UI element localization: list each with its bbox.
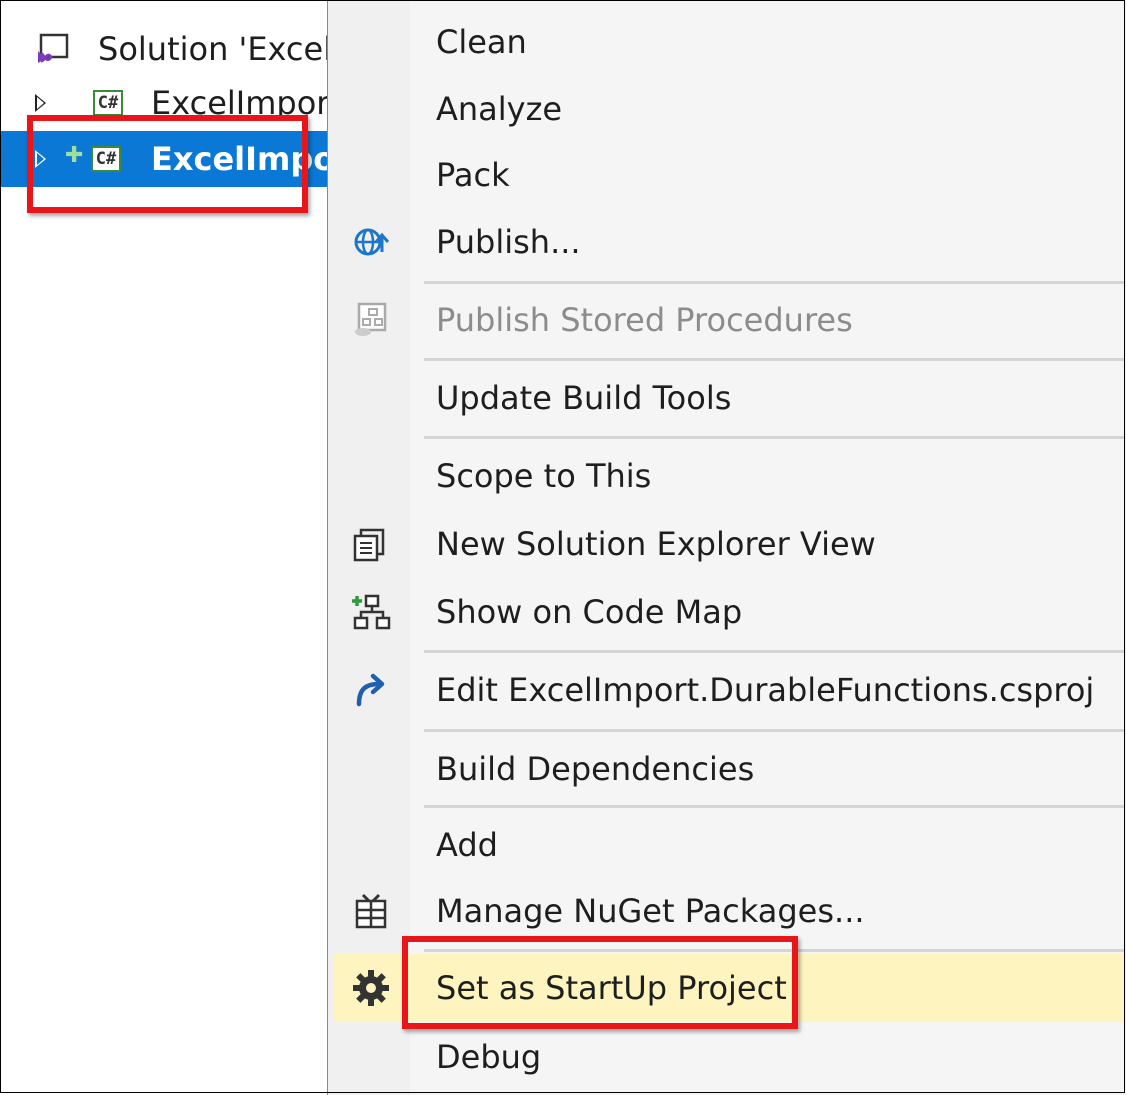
menu-separator: [424, 805, 1124, 808]
solution-icon: [38, 33, 69, 63]
menu-item-label: Clean: [436, 23, 527, 61]
csharp-project-icon: C#: [93, 90, 123, 116]
menu-item-label: Publish...: [436, 223, 581, 261]
menu-item-new-solution-explorer-view[interactable]: New Solution Explorer View: [328, 512, 1126, 576]
menu-item-label: Scope to This: [436, 457, 652, 495]
menu-item-label: Manage NuGet Packages...: [436, 892, 865, 930]
menu-item-add[interactable]: Add: [328, 813, 1126, 877]
menu-item-label: Show on Code Map: [436, 593, 743, 631]
menu-item-analyze[interactable]: Analyze: [328, 77, 1126, 141]
context-menu: Clean Analyze Pack Publish... Publish St…: [327, 0, 1126, 1095]
new-view-icon: [348, 521, 394, 567]
globe-publish-icon: [348, 219, 394, 265]
menu-item-build-dependencies[interactable]: Build Dependencies: [328, 737, 1126, 801]
expand-arrow-icon[interactable]: [35, 94, 46, 112]
menu-item-clean[interactable]: Clean: [328, 10, 1126, 74]
menu-item-label: Pack: [436, 156, 510, 194]
menu-item-label: Update Build Tools: [436, 379, 732, 417]
menu-item-label: New Solution Explorer View: [436, 525, 876, 563]
annotation-box-project: [27, 115, 308, 213]
menu-separator: [424, 650, 1124, 653]
menu-item-publish[interactable]: Publish...: [328, 210, 1126, 274]
annotation-box-startup: [402, 936, 798, 1029]
edit-arrow-icon: [348, 667, 394, 713]
menu-separator: [424, 358, 1124, 361]
nuget-icon: [348, 888, 394, 934]
menu-item-show-on-code-map[interactable]: Show on Code Map: [328, 580, 1126, 644]
menu-separator: [424, 436, 1124, 439]
menu-item-label: Build Dependencies: [436, 750, 755, 788]
menu-item-label: Debug: [436, 1038, 542, 1076]
gear-icon: [348, 965, 394, 1011]
menu-item-label: Add: [436, 826, 498, 864]
menu-item-pack[interactable]: Pack: [328, 143, 1126, 207]
solution-label: Solution 'Excel: [98, 30, 327, 68]
menu-item-edit-csproj[interactable]: Edit ExcelImport.DurableFunctions.csproj: [328, 658, 1126, 722]
menu-separator: [424, 281, 1124, 284]
code-map-icon: [348, 589, 394, 635]
menu-item-publish-stored-procedures[interactable]: Publish Stored Procedures: [328, 288, 1126, 352]
solution-node[interactable]: Solution 'Excel: [1, 21, 327, 77]
menu-item-scope-to-this[interactable]: Scope to This: [328, 444, 1126, 508]
menu-item-update-build-tools[interactable]: Update Build Tools: [328, 366, 1126, 430]
publish-procedures-icon: [348, 297, 394, 343]
menu-item-label: Publish Stored Procedures: [436, 301, 853, 339]
menu-item-label: Edit ExcelImport.DurableFunctions.csproj: [436, 671, 1095, 709]
menu-item-manage-nuget-packages[interactable]: Manage NuGet Packages...: [328, 879, 1126, 943]
menu-item-debug[interactable]: Debug: [328, 1025, 1126, 1089]
menu-item-label: Analyze: [436, 90, 563, 128]
menu-separator: [424, 729, 1124, 732]
